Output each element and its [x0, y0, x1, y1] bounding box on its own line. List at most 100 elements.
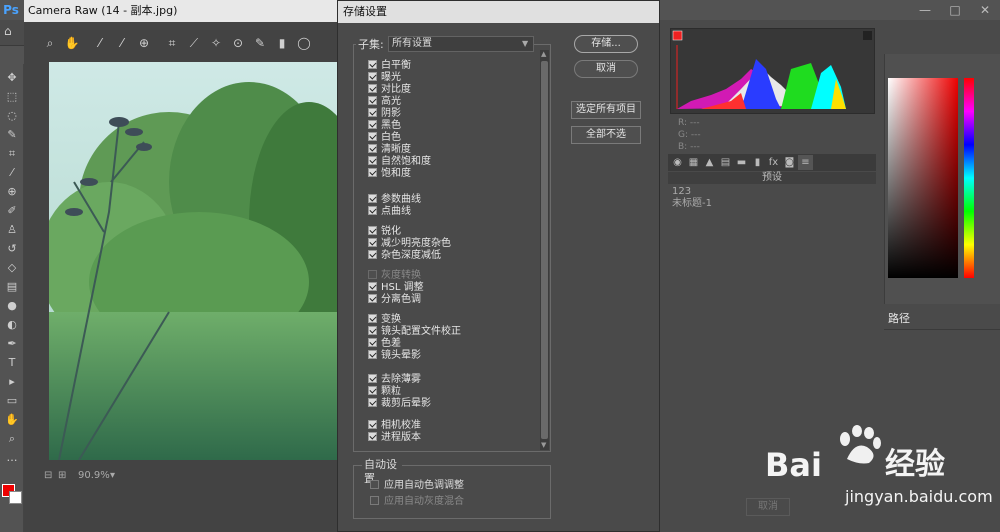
chevron-down-icon[interactable]: ▾ — [110, 470, 115, 481]
checkbox-icon[interactable] — [370, 496, 379, 505]
checkbox-checked-icon[interactable] — [368, 194, 377, 203]
eraser-tool-icon[interactable]: ◇ — [3, 260, 21, 276]
presets-tab-icon[interactable]: ≡ — [798, 155, 813, 170]
checkbox-checked-icon[interactable] — [368, 432, 377, 441]
split-tone-tab-icon[interactable]: ▬ — [734, 155, 749, 170]
checkbox-checked-icon[interactable] — [368, 168, 377, 177]
basic-tab-icon[interactable]: ◉ — [670, 155, 685, 170]
cancel-button[interactable]: 取消 — [574, 60, 638, 78]
white-balance-icon[interactable]: ⁄ — [90, 34, 110, 52]
healing-tool-icon[interactable]: ⊕ — [3, 184, 21, 200]
setting-checkbox[interactable]: 镜头晕影 — [368, 349, 421, 362]
marquee-tool-icon[interactable]: ⬚ — [3, 89, 21, 105]
checkbox-checked-icon[interactable] — [368, 250, 377, 259]
red-eye-icon[interactable]: ⊙ — [228, 34, 248, 52]
checkbox-checked-icon[interactable] — [368, 96, 377, 105]
subset-select[interactable]: 所有设置 ▼ — [388, 36, 534, 52]
checkbox-checked-icon[interactable] — [368, 294, 377, 303]
effects-tab-icon[interactable]: fx — [766, 155, 781, 170]
checkbox-checked-icon[interactable] — [368, 108, 377, 117]
dodge-tool-icon[interactable]: ◐ — [3, 317, 21, 333]
checkbox-checked-icon[interactable] — [368, 120, 377, 129]
checkbox-checked-icon[interactable] — [368, 338, 377, 347]
scroll-down-icon[interactable]: ▼ — [541, 441, 546, 449]
hue-slider[interactable] — [964, 78, 974, 278]
graduated-filter-icon[interactable]: ▮ — [272, 34, 292, 52]
eyedropper-tool-icon[interactable]: ⁄ — [3, 165, 21, 181]
select-none-button[interactable]: 全部不选 — [571, 126, 641, 144]
color-picker-field[interactable] — [888, 78, 958, 278]
straighten-icon[interactable]: ⟋ — [184, 34, 204, 52]
zoom-level[interactable]: 90.9% — [78, 470, 110, 481]
more-tools-icon[interactable]: … — [3, 450, 21, 466]
tone-curve-tab-icon[interactable]: ▦ — [686, 155, 701, 170]
tab-paths[interactable]: 路径 — [888, 311, 928, 327]
gradient-tool-icon[interactable]: ▤ — [3, 279, 21, 295]
setting-checkbox[interactable]: 裁剪后晕影 — [368, 397, 431, 410]
move-tool-icon[interactable]: ✥ — [3, 70, 21, 86]
blur-tool-icon[interactable]: ● — [3, 298, 21, 314]
target-adjust-icon[interactable]: ⊕ — [134, 34, 154, 52]
save-button[interactable]: 存储... — [574, 35, 638, 53]
hsl-tab-icon[interactable]: ▤ — [718, 155, 733, 170]
hand-tool-icon[interactable]: ✋ — [3, 412, 21, 428]
type-tool-icon[interactable]: T — [3, 355, 21, 371]
color-sampler-icon[interactable]: ⁄ — [112, 34, 132, 52]
crop-tool-icon[interactable]: ⌗ — [3, 146, 21, 162]
setting-checkbox[interactable]: 分离色调 — [368, 293, 421, 306]
checkbox-checked-icon[interactable] — [368, 350, 377, 359]
stamp-tool-icon[interactable]: ♙ — [3, 222, 21, 238]
crop-icon[interactable]: ⌗ — [162, 34, 182, 52]
close-button[interactable]: ✕ — [970, 0, 1000, 20]
checkbox-checked-icon[interactable] — [368, 156, 377, 165]
quick-select-tool-icon[interactable]: ✎ — [3, 127, 21, 143]
checkbox-checked-icon[interactable] — [368, 144, 377, 153]
lens-tab-icon[interactable]: ▮ — [750, 155, 765, 170]
checkbox-icon[interactable] — [368, 270, 377, 279]
checkbox-checked-icon[interactable] — [368, 60, 377, 69]
checkbox-checked-icon[interactable] — [368, 386, 377, 395]
scrollbar-thumb[interactable] — [541, 61, 548, 439]
checkbox-checked-icon[interactable] — [368, 238, 377, 247]
checkbox-checked-icon[interactable] — [368, 84, 377, 93]
zoom-in-button[interactable]: ⊞ — [58, 470, 66, 481]
checkbox-checked-icon[interactable] — [368, 420, 377, 429]
pen-tool-icon[interactable]: ✒ — [3, 336, 21, 352]
adjustment-brush-icon[interactable]: ✎ — [250, 34, 270, 52]
checkbox-icon[interactable] — [370, 480, 379, 489]
home-icon[interactable]: ⌂ — [4, 24, 12, 38]
checkbox-checked-icon[interactable] — [368, 282, 377, 291]
spot-removal-icon[interactable]: ✧ — [206, 34, 226, 52]
history-brush-icon[interactable]: ↺ — [3, 241, 21, 257]
maximize-button[interactable]: □ — [940, 0, 970, 20]
camera-calibration-tab-icon[interactable]: ◙ — [782, 155, 797, 170]
setting-checkbox[interactable]: 饱和度 — [368, 167, 411, 180]
preset-item[interactable]: 123 — [672, 186, 872, 198]
preset-item[interactable]: 未标题-1 — [672, 198, 872, 210]
checkbox-checked-icon[interactable] — [368, 398, 377, 407]
checkbox-checked-icon[interactable] — [368, 132, 377, 141]
zoom-icon[interactable]: ⌕ — [40, 34, 60, 52]
checkbox-checked-icon[interactable] — [368, 226, 377, 235]
scroll-up-icon[interactable]: ▲ — [541, 50, 546, 58]
zoom-out-button[interactable]: ⊟ — [44, 470, 52, 481]
path-select-tool-icon[interactable]: ▸ — [3, 374, 21, 390]
brush-tool-icon[interactable]: ✐ — [3, 203, 21, 219]
hand-icon[interactable]: ✋ — [62, 34, 82, 52]
minimize-button[interactable]: — — [910, 0, 940, 20]
shape-tool-icon[interactable]: ▭ — [3, 393, 21, 409]
background-color-swatch[interactable] — [9, 491, 22, 504]
setting-checkbox[interactable]: 进程版本 — [368, 431, 421, 444]
checkbox-checked-icon[interactable] — [368, 72, 377, 81]
setting-checkbox[interactable]: 点曲线 — [368, 205, 411, 218]
zoom-tool-icon[interactable]: ⌕ — [3, 431, 21, 447]
radial-filter-icon[interactable]: ◯ — [294, 34, 314, 52]
select-all-button[interactable]: 选定所有项目 — [571, 101, 641, 119]
detail-tab-icon[interactable]: ▲ — [702, 155, 717, 170]
checkbox-checked-icon[interactable] — [368, 374, 377, 383]
checkbox-checked-icon[interactable] — [368, 206, 377, 215]
checkbox-checked-icon[interactable] — [368, 326, 377, 335]
auto-tone-checkbox[interactable]: 应用自动色调调整 — [370, 479, 464, 493]
setting-checkbox[interactable]: 杂色深度减低 — [368, 249, 441, 262]
lasso-tool-icon[interactable]: ◌ — [3, 108, 21, 124]
